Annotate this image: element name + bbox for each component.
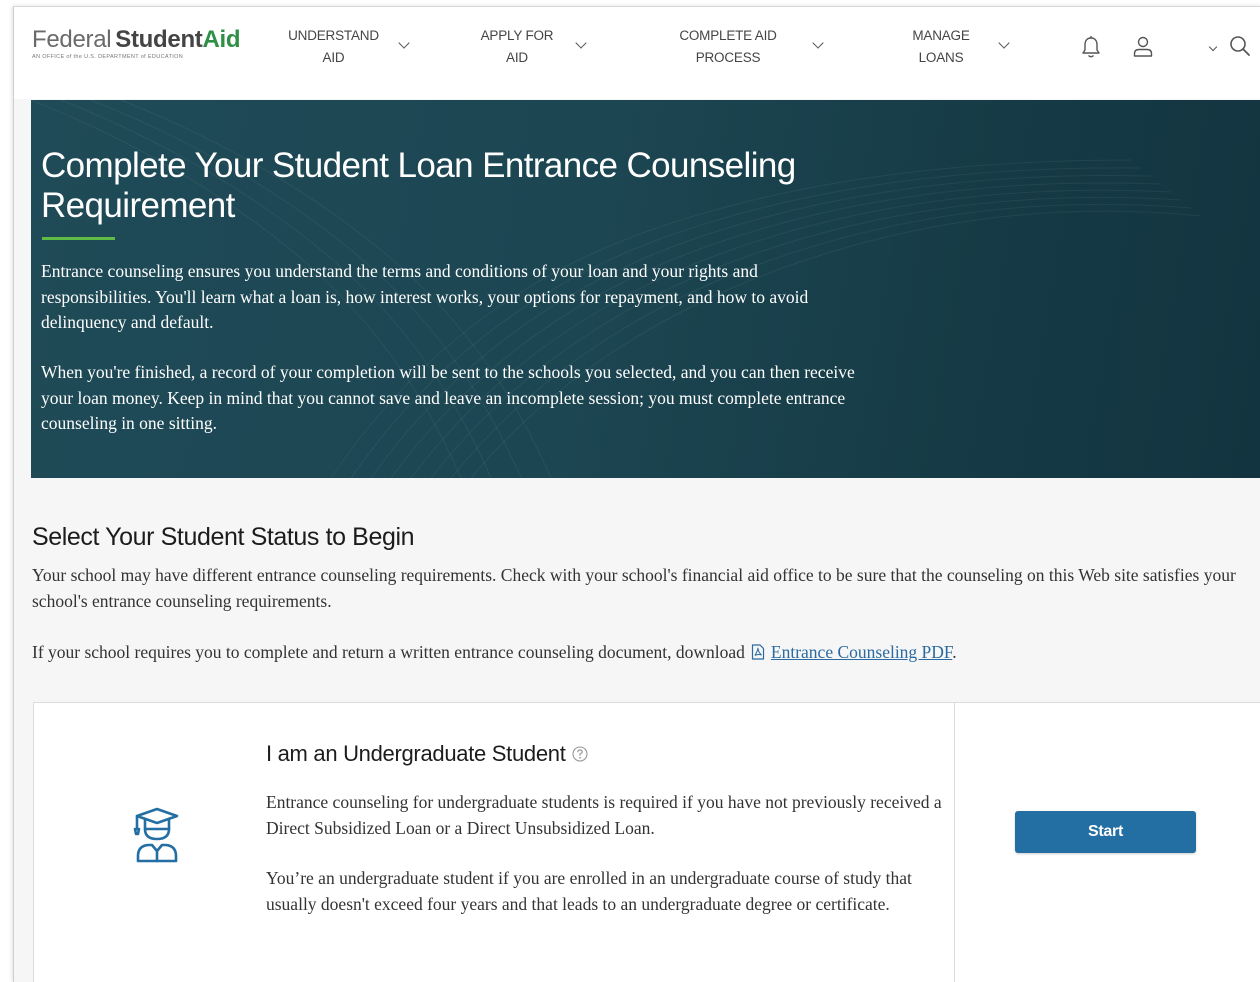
nav-understand-aid[interactable]: UNDERSTAND AID — [286, 25, 426, 69]
nav-label: APPLY FOR AID — [477, 25, 557, 69]
pdf-download-period: . — [952, 642, 957, 662]
nav-label: MANAGE LOANS — [904, 25, 978, 69]
nav-label-line1: MANAGE — [912, 28, 970, 43]
title-accent-bar — [42, 237, 115, 240]
start-button[interactable]: Start — [1015, 811, 1196, 853]
chevron-down-icon — [812, 37, 824, 49]
logo-word-aid: Aid — [202, 26, 241, 53]
site-header: Federal StudentAid AN OFFICE of the U.S. … — [14, 7, 1260, 99]
nav-label-line2: AID — [506, 50, 528, 65]
chevron-down-icon — [398, 37, 410, 49]
card-paragraph-1: Entrance counseling for undergraduate st… — [266, 792, 942, 838]
page-title: Complete Your Student Loan Entrance Coun… — [41, 146, 796, 225]
pdf-download-text: If your school requires you to complete … — [32, 642, 745, 662]
bell-icon[interactable] — [1080, 35, 1102, 59]
browser-page: Federal StudentAid AN OFFICE of the U.S. … — [13, 6, 1260, 982]
nav-label-line1: APPLY FOR — [480, 28, 554, 43]
nav-label-line2: LOANS — [918, 50, 964, 65]
graduate-student-icon — [133, 807, 179, 863]
hero-paragraph-2: When you're finished, a record of your c… — [41, 362, 855, 433]
undergraduate-student-card: I am an Undergraduate Student Entrance c… — [33, 702, 1260, 982]
nav-label: UNDERSTAND AID — [286, 25, 381, 69]
logo-wordmark: Federal StudentAid — [32, 26, 241, 53]
nav-label: COMPLETE AID PROCESS — [670, 25, 786, 69]
nav-manage-loans[interactable]: MANAGE LOANS — [904, 25, 1014, 69]
user-icon[interactable] — [1132, 35, 1154, 59]
federal-student-aid-logo[interactable]: Federal StudentAid AN OFFICE of the U.S. … — [32, 26, 241, 61]
card-divider — [954, 703, 955, 982]
hero-banner: Complete Your Student Loan Entrance Coun… — [31, 100, 1260, 478]
card-paragraph-2: You’re an undergraduate student if you a… — [266, 868, 912, 914]
section-intro: Your school may have different entrance … — [32, 565, 1236, 611]
nav-label-line1: UNDERSTAND — [288, 28, 379, 43]
entrance-counseling-pdf-link[interactable]: Entrance Counseling PDF — [771, 642, 952, 662]
chevron-down-icon — [575, 37, 587, 49]
nav-complete-aid-process[interactable]: COMPLETE AID PROCESS — [670, 25, 830, 69]
nav-apply-for-aid[interactable]: APPLY FOR AID — [477, 25, 597, 69]
nav-label-line1: COMPLETE AID — [679, 28, 777, 43]
help-icon[interactable] — [571, 746, 588, 762]
card-title: I am an Undergraduate Student — [266, 741, 588, 767]
search-icon[interactable] — [1228, 34, 1252, 58]
pdf-download-line: If your school requires you to complete … — [32, 640, 1247, 666]
hero-paragraph-1: Entrance counseling ensures you understa… — [41, 261, 809, 332]
pdf-file-icon — [751, 644, 765, 660]
nav-label-line2: AID — [322, 50, 345, 65]
section-title: Select Your Student Status to Begin — [32, 523, 415, 551]
chevron-down-icon — [998, 37, 1010, 49]
card-title-text: I am an Undergraduate Student — [266, 741, 566, 766]
logo-word-student: Student — [115, 26, 203, 53]
logo-word-federal: Federal — [32, 26, 112, 53]
chevron-down-icon[interactable] — [1208, 42, 1218, 52]
nav-label-line2: PROCESS — [695, 50, 761, 65]
logo-tagline: AN OFFICE of the U.S. DEPARTMENT of EDUC… — [32, 54, 184, 60]
